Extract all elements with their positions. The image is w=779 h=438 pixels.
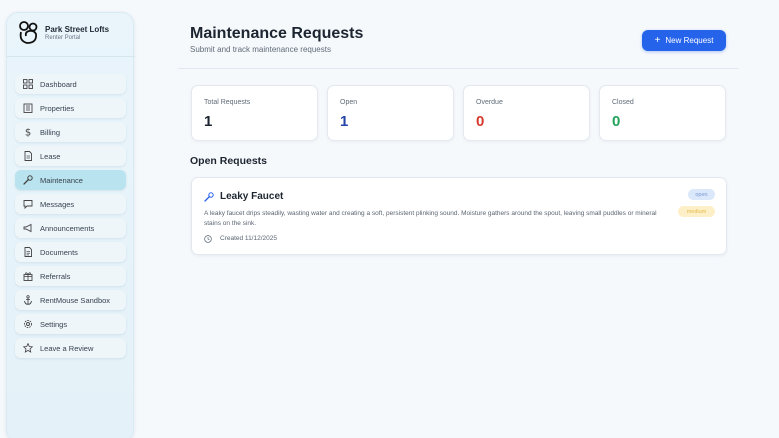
logo-icon bbox=[19, 21, 38, 44]
sidebar-item-lease[interactable]: Lease bbox=[15, 146, 126, 166]
sidebar-item-label: Maintenance bbox=[40, 175, 83, 185]
stat-card-open: Open 1 bbox=[327, 85, 454, 141]
sidebar-item-label: RentMouse Sandbox bbox=[40, 295, 111, 305]
sidebar-item-settings[interactable]: Settings bbox=[15, 314, 126, 334]
section-title: Open Requests bbox=[190, 155, 268, 167]
brand[interactable]: Park Street Lofts Renter Portal bbox=[17, 21, 131, 51]
sidebar-item-messages[interactable]: Messages bbox=[15, 194, 126, 214]
wrench-icon bbox=[23, 175, 33, 185]
new-request-button[interactable]: + New Request bbox=[642, 30, 726, 51]
sidebar: Park Street Lofts Renter Portal Dashboar… bbox=[6, 12, 135, 438]
building-icon bbox=[23, 103, 33, 113]
document-icon bbox=[23, 151, 33, 161]
divider bbox=[7, 56, 135, 57]
stat-card-closed: Closed 0 bbox=[599, 85, 726, 141]
stat-label: Closed bbox=[612, 99, 634, 106]
sidebar-item-label: Billing bbox=[40, 127, 61, 137]
request-card[interactable]: Leaky Faucet open medium A leaky faucet … bbox=[191, 177, 727, 255]
stat-card-total: Total Requests 1 bbox=[191, 85, 318, 141]
grid-icon bbox=[23, 79, 33, 89]
brand-name: Park Street Lofts bbox=[45, 25, 110, 34]
stat-label: Overdue bbox=[476, 99, 503, 106]
new-request-button-label: New Request bbox=[665, 36, 714, 45]
sidebar-item-label: Documents bbox=[40, 247, 78, 257]
sidebar-item-label: Dashboard bbox=[40, 79, 77, 89]
status-badge: open bbox=[688, 189, 715, 200]
sidebar-item-maintenance[interactable]: Maintenance bbox=[15, 170, 126, 190]
request-created-date: Created 11/12/2025 bbox=[220, 235, 277, 242]
message-icon bbox=[23, 199, 33, 209]
stat-label: Total Requests bbox=[204, 99, 251, 106]
sidebar-item-dashboard[interactable]: Dashboard bbox=[15, 74, 126, 94]
sidebar-item-label: Announcements bbox=[40, 223, 95, 233]
page-title: Maintenance Requests bbox=[190, 25, 364, 42]
sidebar-item-properties[interactable]: Properties bbox=[15, 98, 126, 118]
request-description: A leaky faucet drips steadily, wasting w… bbox=[204, 210, 657, 227]
clock-icon bbox=[204, 235, 212, 243]
stat-card-overdue: Overdue 0 bbox=[463, 85, 590, 141]
sidebar-item-referrals[interactable]: Referrals bbox=[15, 266, 126, 286]
wrench-icon bbox=[204, 192, 214, 202]
sidebar-item-rentmouse-sandbox[interactable]: RentMouse Sandbox bbox=[15, 290, 126, 310]
priority-badge: medium bbox=[678, 206, 715, 217]
header-divider bbox=[178, 68, 739, 69]
stat-value: 1 bbox=[340, 113, 349, 130]
sidebar-item-leave-a-review[interactable]: Leave a Review bbox=[15, 338, 126, 358]
megaphone-icon bbox=[23, 223, 33, 233]
sidebar-item-label: Messages bbox=[40, 199, 75, 209]
file-icon bbox=[23, 247, 33, 257]
svg-text:$: $ bbox=[25, 128, 31, 138]
request-title: Leaky Faucet bbox=[220, 191, 284, 202]
gear-icon bbox=[23, 319, 33, 329]
star-icon bbox=[23, 343, 33, 353]
anchor-icon bbox=[23, 295, 33, 305]
sidebar-item-documents[interactable]: Documents bbox=[15, 242, 126, 262]
sidebar-item-announcements[interactable]: Announcements bbox=[15, 218, 126, 238]
brand-subtitle: Renter Portal bbox=[45, 35, 81, 41]
page-subtitle: Submit and track maintenance requests bbox=[190, 45, 331, 54]
sidebar-item-label: Referrals bbox=[40, 271, 71, 281]
gift-icon bbox=[23, 271, 33, 281]
sidebar-item-label: Lease bbox=[40, 151, 61, 161]
stat-value: 0 bbox=[476, 113, 485, 130]
sidebar-nav: Dashboard Properties $ Billing Lease Mai… bbox=[15, 74, 126, 362]
sidebar-item-label: Leave a Review bbox=[40, 343, 94, 353]
plus-icon: + bbox=[654, 34, 661, 46]
dollar-icon: $ bbox=[23, 127, 33, 138]
stat-value: 0 bbox=[612, 113, 621, 130]
stat-label: Open bbox=[340, 99, 358, 106]
sidebar-item-label: Properties bbox=[40, 103, 75, 113]
sidebar-item-billing[interactable]: $ Billing bbox=[15, 122, 126, 142]
sidebar-item-label: Settings bbox=[40, 319, 68, 329]
stat-value: 1 bbox=[204, 113, 213, 130]
